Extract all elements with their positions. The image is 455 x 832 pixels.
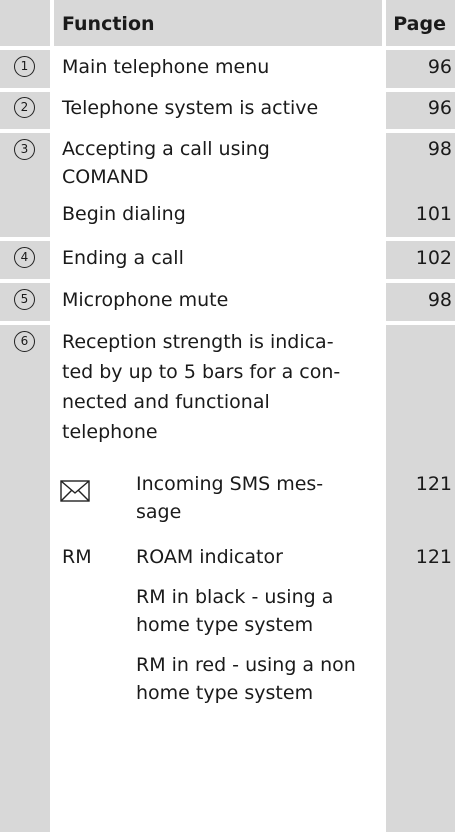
function-header: Function	[62, 13, 155, 35]
sub-item-text: RM in red - using a non	[136, 654, 356, 676]
function-text: ted by up to 5 bars for a con-	[62, 361, 341, 383]
page-number: 96	[427, 56, 452, 78]
sub-item-text: home type system	[136, 614, 314, 636]
page-number: 98	[427, 138, 452, 160]
callout-number-1: 1	[14, 56, 35, 77]
callout-number-3: 3	[14, 139, 35, 160]
function-text: Reception strength is indica-	[62, 331, 334, 353]
row-divider	[0, 237, 455, 241]
column-divider	[50, 0, 54, 832]
function-text: Begin dialing	[62, 203, 186, 225]
page-number: 121	[415, 546, 452, 568]
page-number: 121	[415, 473, 452, 495]
callout-number-6: 6	[14, 331, 35, 352]
column-divider	[382, 0, 386, 832]
function-text: COMAND	[62, 166, 149, 188]
callout-number-2: 2	[14, 97, 35, 118]
sub-item-text: Incoming SMS mes-	[136, 473, 324, 495]
page-number: 102	[415, 247, 452, 269]
callout-number-4: 4	[14, 247, 35, 268]
function-text: telephone	[62, 421, 158, 443]
page-number: 101	[415, 203, 452, 225]
function-text: Accepting a call using	[62, 138, 270, 160]
page-number: 98	[427, 289, 452, 311]
row-divider	[0, 279, 455, 283]
roam-symbol: RM	[62, 546, 92, 568]
function-text: Ending a call	[62, 247, 184, 269]
row-divider	[0, 321, 455, 325]
sub-item-text: sage	[136, 501, 182, 523]
sub-item-text: RM in black - using a	[136, 586, 334, 608]
row-divider	[0, 88, 455, 92]
page-number: 96	[427, 97, 452, 119]
callout-number-5: 5	[14, 289, 35, 310]
function-text: Microphone mute	[62, 289, 229, 311]
envelope-icon	[60, 480, 90, 502]
row-divider	[0, 46, 455, 50]
page-header: Page	[393, 13, 446, 35]
sub-item-text: home type system	[136, 682, 314, 704]
function-text: nected and functional	[62, 391, 270, 413]
page-column	[386, 0, 455, 832]
sub-item-text: ROAM indicator	[136, 546, 283, 568]
number-column	[0, 0, 50, 832]
row-divider	[0, 129, 455, 133]
function-text: Telephone system is active	[62, 97, 319, 119]
telephone-function-table: Function Page 1 Main telephone menu 96 2…	[0, 0, 455, 832]
function-text: Main telephone menu	[62, 56, 270, 78]
